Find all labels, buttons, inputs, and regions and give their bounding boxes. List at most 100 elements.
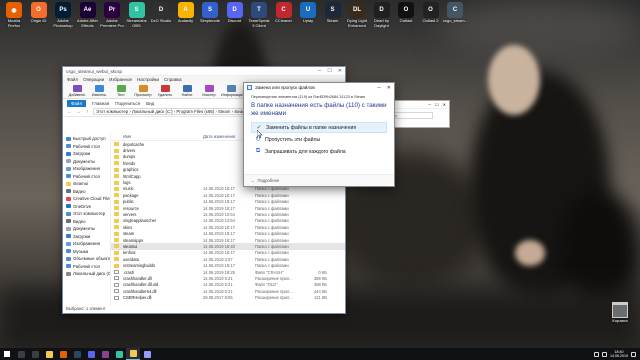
toolbar-label: Извлечь bbox=[91, 92, 107, 97]
nav-item[interactable]: Объемные объекты bbox=[63, 255, 110, 263]
desktop-icon[interactable]: U Uplay bbox=[296, 2, 320, 28]
ribbon-tab[interactable]: Файл bbox=[67, 99, 87, 107]
desktop-icon[interactable]: O Outlast bbox=[394, 2, 418, 28]
taskbar-explorer-2[interactable] bbox=[126, 348, 140, 360]
maximize-icon[interactable]: ☐ bbox=[327, 68, 331, 74]
nav-item[interactable]: Документы bbox=[63, 225, 110, 233]
desktop-icon[interactable]: D DxO Studio bbox=[149, 2, 173, 28]
option-decide[interactable]: ⧉ Запрашивать для каждого файла bbox=[251, 146, 387, 157]
desktop-icon[interactable]: Ps Adobe Photoshop bbox=[51, 2, 75, 28]
nav-item[interactable]: Видео bbox=[63, 188, 110, 196]
menu-item[interactable]: Избранное bbox=[109, 77, 132, 82]
taskbar-explorer[interactable] bbox=[42, 348, 56, 360]
taskbar-premiere[interactable] bbox=[140, 348, 154, 360]
nav-item[interactable]: Документы bbox=[63, 158, 110, 166]
desktop-icon-label: Dying Light Enhanced Edition bbox=[346, 19, 367, 28]
ribbon-tab[interactable]: Вид bbox=[146, 101, 154, 106]
minimize-icon[interactable]: ─ bbox=[318, 68, 322, 74]
taskbar-discord[interactable] bbox=[84, 348, 98, 360]
nav-item[interactable]: OneDrive bbox=[63, 203, 110, 211]
desktop-icon[interactable]: Pr Adobe Premiere Pro bbox=[100, 2, 124, 28]
desktop-icon[interactable]: Ccsgo_steam... bbox=[443, 2, 467, 28]
chevron-down-icon[interactable]: ⌄ bbox=[251, 178, 255, 183]
taskbar-obs[interactable] bbox=[112, 348, 126, 360]
close-icon[interactable]: ✕ bbox=[338, 68, 342, 74]
close-icon[interactable]: ✕ bbox=[387, 85, 391, 91]
explorer-titlebar[interactable]: csgo_steamui_webui_skcsp ─ ☐ ✕ bbox=[63, 67, 345, 76]
toolbar-button[interactable]: Просмотр bbox=[133, 84, 153, 97]
details-link[interactable]: Подробнее bbox=[258, 178, 280, 183]
menu-item[interactable]: Настройки bbox=[137, 77, 159, 82]
nav-item[interactable]: Creative Cloud Files bbox=[63, 195, 110, 203]
toolbar-button[interactable]: Извлечь bbox=[89, 84, 109, 97]
back-arrow-icon[interactable]: ← bbox=[66, 109, 73, 115]
file-name: servers bbox=[123, 211, 137, 217]
file-row[interactable]: CSERHelper.dll 29.08.2017 8:55 Расширение … bbox=[111, 294, 345, 300]
file-date: 14.06.2019 3:07 bbox=[203, 256, 233, 262]
notification-icon[interactable] bbox=[631, 351, 636, 357]
menu-item[interactable]: Файл bbox=[67, 77, 78, 82]
desktop-icon[interactable]: D Discord bbox=[223, 2, 247, 28]
desktop-icon[interactable]: S Streamlabs OBS bbox=[125, 2, 149, 28]
app-icon: Pr bbox=[104, 2, 120, 18]
toolbar-button[interactable]: Информация bbox=[221, 84, 244, 97]
recycle-bin[interactable]: Корзина bbox=[606, 302, 634, 323]
taskbar-search[interactable] bbox=[14, 348, 28, 360]
toolbar-button[interactable]: Тест bbox=[111, 84, 131, 97]
desktop-icon[interactable]: S Steam bbox=[321, 2, 345, 28]
volume-icon[interactable] bbox=[602, 351, 607, 357]
taskbar-task-view[interactable] bbox=[28, 348, 42, 360]
menu-item[interactable]: Операции bbox=[83, 77, 104, 82]
desktop-icon[interactable]: O Outlast 2 bbox=[419, 2, 443, 28]
toolbar-button[interactable]: Добавить bbox=[67, 84, 87, 97]
minimize-icon[interactable]: ─ bbox=[377, 85, 381, 91]
nav-item[interactable]: Быстрый доступ bbox=[63, 135, 110, 143]
desktop-icon[interactable]: Ae Adobe After Effects bbox=[76, 2, 100, 28]
close-icon[interactable]: ✕ bbox=[443, 102, 446, 107]
minimize-icon[interactable]: ─ bbox=[428, 102, 431, 107]
column-name[interactable]: Имя bbox=[111, 134, 203, 139]
dialog-titlebar[interactable]: Замена или пропуск файлов ─ ✕ bbox=[244, 83, 394, 92]
desktop-icon[interactable]: S Simplenote bbox=[198, 2, 222, 28]
toolbar-button[interactable]: Мастер bbox=[199, 84, 219, 97]
toolbar-button[interactable]: Удалить bbox=[155, 84, 175, 97]
option-replace[interactable]: ✓ Заменить файлы в папке назначения bbox=[251, 122, 387, 133]
desktop-icon[interactable]: C CCleaner bbox=[272, 2, 296, 28]
nav-item[interactable]: steamui bbox=[63, 180, 110, 188]
ribbon-tab[interactable]: Главная bbox=[92, 101, 109, 106]
nav-item[interactable]: Рабочий стол bbox=[63, 143, 110, 151]
desktop-icon[interactable]: D Dead by Daylight bbox=[370, 2, 394, 28]
menu-item[interactable]: Справка bbox=[164, 77, 182, 82]
nav-item[interactable]: Этот компьютер bbox=[63, 210, 110, 218]
forward-arrow-icon[interactable]: → bbox=[75, 109, 82, 115]
ribbon-tab[interactable]: Поделиться bbox=[115, 101, 140, 106]
maximize-icon[interactable]: ☐ bbox=[435, 102, 439, 107]
taskbar-steam[interactable] bbox=[70, 348, 84, 360]
toolbar-button[interactable]: Найти bbox=[177, 84, 197, 97]
option-skip[interactable]: ↻ Пропустить эти файлы bbox=[251, 134, 387, 145]
nav-item[interactable]: Видео bbox=[63, 218, 110, 226]
desktop-icon[interactable]: ◉ Mozilla Firefox bbox=[2, 2, 26, 28]
nav-item[interactable]: Изображения bbox=[63, 165, 110, 173]
desktop-icon[interactable]: DLDying Light Enhanced Edition bbox=[345, 2, 369, 28]
nav-item[interactable]: Локальный диск (C:) bbox=[63, 270, 110, 278]
start-button[interactable] bbox=[0, 348, 14, 360]
dialog-footer[interactable]: ⌄ Подробнее bbox=[244, 174, 394, 186]
nav-item-label: Рабочий стол bbox=[73, 143, 100, 149]
up-arrow-icon[interactable]: ↑ bbox=[84, 109, 91, 115]
desktop-icon[interactable]: A Audacity bbox=[174, 2, 198, 28]
nav-item[interactable]: Музыка bbox=[63, 248, 110, 256]
desktop-icon[interactable]: O Origin ID bbox=[27, 2, 51, 28]
clock[interactable]: 18:40 14.06.2019 bbox=[610, 350, 628, 358]
desktop-icon-label: Outlast bbox=[399, 19, 413, 23]
taskbar-firefox[interactable] bbox=[56, 348, 70, 360]
desktop-icon[interactable]: T TeamSpeak 3 Client bbox=[247, 2, 271, 28]
nav-item[interactable]: Изображения bbox=[63, 240, 110, 248]
taskbar-winrar[interactable] bbox=[98, 348, 112, 360]
nav-item[interactable]: Рабочий стол bbox=[63, 173, 110, 181]
nav-item[interactable]: Загрузки bbox=[63, 150, 110, 158]
nav-item[interactable]: Загрузки bbox=[63, 233, 110, 241]
nav-item[interactable]: Рабочий стол bbox=[63, 263, 110, 271]
folder-icon bbox=[66, 234, 71, 239]
network-icon[interactable] bbox=[594, 351, 599, 357]
